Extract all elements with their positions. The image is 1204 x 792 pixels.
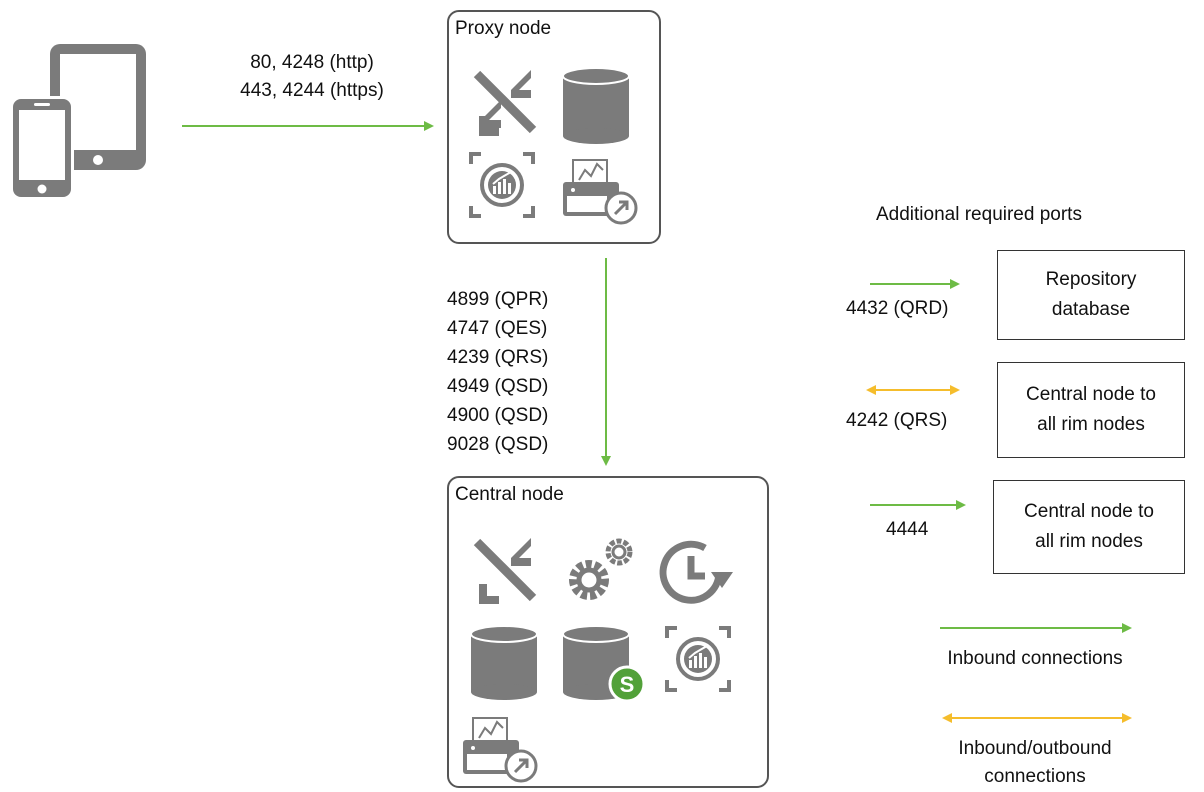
client-devices-icon xyxy=(10,44,146,200)
port-label: 4239 (QRS) xyxy=(447,347,549,368)
port-label: 4899 (QPR) xyxy=(447,289,549,310)
port-label: 9028 (QSD) xyxy=(447,434,549,455)
central-to-rim-box-4444: Central node to all rim nodes xyxy=(993,480,1185,574)
legend-inbound-outbound-label-2: connections xyxy=(984,766,1086,787)
client-port-https: 443, 4244 (https) xyxy=(240,80,384,101)
central-node-title: Central node xyxy=(455,484,564,505)
additional-ports-heading: Additional required ports xyxy=(876,204,1082,225)
proxy-service-icon xyxy=(473,70,537,136)
box-line: Central node to xyxy=(1026,384,1156,405)
box-line: database xyxy=(1051,299,1131,320)
port-4432-label: 4432 (QRD) xyxy=(846,298,949,319)
engine-icon xyxy=(665,626,731,692)
box-line: all rim nodes xyxy=(1035,531,1143,552)
repository-database-box: Repository database xyxy=(997,250,1185,340)
legend-inbound-outbound-label-1: Inbound/outbound xyxy=(958,738,1112,759)
proxy-node-title: Proxy node xyxy=(455,18,552,39)
database-icon xyxy=(470,625,538,700)
box-line: Central node to xyxy=(1024,501,1154,522)
port-4242-label: 4242 (QRS) xyxy=(846,410,948,431)
central-node-box: Central node S xyxy=(447,476,769,788)
engine-icon xyxy=(469,152,535,218)
legend-inbound-label: Inbound connections xyxy=(947,648,1123,669)
port-label: 4949 (QSD) xyxy=(447,376,549,397)
port-4444-label: 4444 xyxy=(886,519,929,540)
repository-service-gears-icon xyxy=(569,538,633,600)
port-label: 4747 (QES) xyxy=(447,318,548,339)
port-label: 4900 (QSD) xyxy=(447,405,549,426)
database-icon xyxy=(562,67,630,144)
svg-text:S: S xyxy=(620,672,635,697)
scheduler-service-icon xyxy=(659,540,733,604)
printing-service-icon xyxy=(563,159,638,225)
proxy-service-icon xyxy=(473,538,537,604)
box-line: Repository xyxy=(1045,269,1137,290)
central-to-rim-box-qrs: Central node to all rim nodes xyxy=(997,362,1185,458)
proxy-node-box: Proxy node xyxy=(447,10,661,244)
box-line: all rim nodes xyxy=(1037,414,1145,435)
database-s-icon: S xyxy=(562,625,646,703)
client-port-http: 80, 4248 (http) xyxy=(250,52,374,73)
printing-service-icon xyxy=(463,717,538,783)
